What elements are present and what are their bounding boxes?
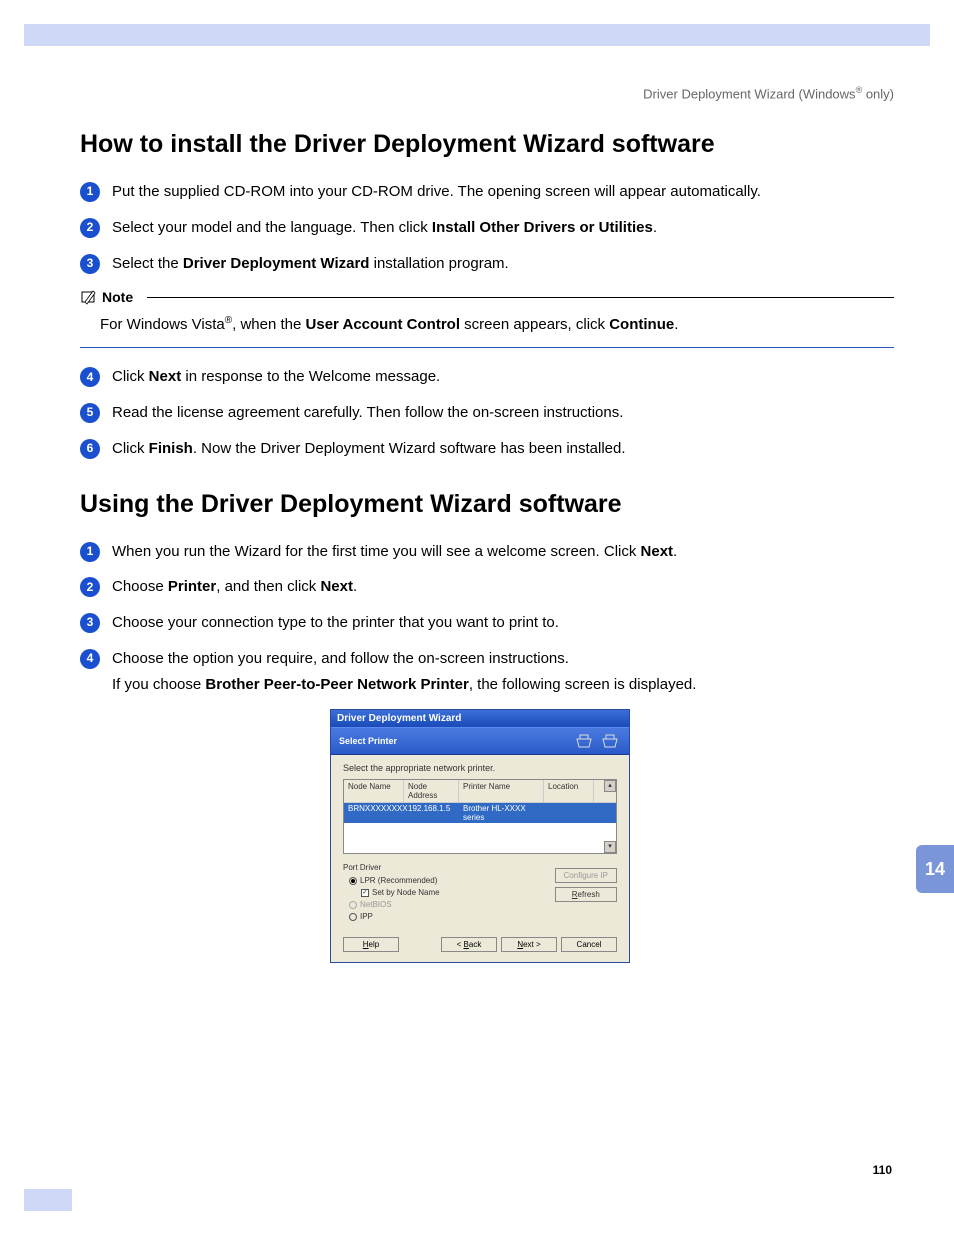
column-header[interactable]: Node Name	[344, 780, 404, 802]
cell: Brother HL-XXXX series	[459, 803, 544, 823]
step-text: Put the supplied CD-ROM into your CD-ROM…	[112, 181, 894, 203]
radio-ipp[interactable]: IPP	[349, 911, 440, 923]
dialog-subtitle: Select Printer	[339, 736, 397, 746]
step-3: 3 Choose your connection type to the prin…	[80, 612, 894, 634]
header-post: only)	[862, 86, 894, 101]
step-marker: 3	[80, 254, 100, 274]
step-4: 4 Choose the option you require, and foll…	[80, 648, 894, 670]
step-marker: 4	[80, 649, 100, 669]
step-2: 2 Choose Printer, and then click Next.	[80, 576, 894, 598]
dialog-instruction: Select the appropriate network printer.	[343, 763, 617, 773]
step-2: 2 Select your model and the language. The…	[80, 217, 894, 239]
checkbox-set-by-node-name[interactable]: ✓Set by Node Name	[361, 887, 440, 899]
radio-netbios[interactable]: NetBIOS	[349, 899, 440, 911]
step-text: Click Finish. Now the Driver Deployment …	[112, 438, 894, 460]
step-5: 5 Read the license agreement carefully. T…	[80, 402, 894, 424]
step4-continuation: If you choose Brother Peer-to-Peer Netwo…	[112, 674, 894, 696]
printer-icon	[599, 732, 621, 750]
section2-title: Using the Driver Deployment Wizard softw…	[80, 490, 894, 519]
port-driver-label: Port Driver	[343, 862, 440, 874]
page-header: Driver Deployment Wizard (Windows® only)	[643, 85, 894, 101]
cancel-button[interactable]: Cancel	[561, 937, 617, 952]
printer-list[interactable]: Node NameNode AddressPrinter NameLocatio…	[343, 779, 617, 854]
pencil-icon	[80, 288, 98, 306]
column-header[interactable]: Printer Name	[459, 780, 544, 802]
dialog-titlebar: Driver Deployment Wizard	[331, 710, 629, 727]
section1-title: How to install the Driver Deployment Wiz…	[80, 130, 894, 159]
step-4: 4 Click Next in response to the Welcome m…	[80, 366, 894, 388]
step-text: Select the Driver Deployment Wizard inst…	[112, 253, 894, 275]
printer-icon	[573, 732, 595, 750]
step-text: Choose Printer, and then click Next.	[112, 576, 894, 598]
next-button[interactable]: Next >	[501, 937, 557, 952]
printer-row-selected[interactable]: BRNXXXXXXXX192.168.1.5Brother HL-XXXX se…	[344, 803, 616, 823]
step-3: 3 Select the Driver Deployment Wizard ins…	[80, 253, 894, 275]
back-button[interactable]: < Back	[441, 937, 497, 952]
column-header[interactable]: Node Address	[404, 780, 459, 802]
step-text: Click Next in response to the Welcome me…	[112, 366, 894, 388]
cell: 192.168.1.5	[404, 803, 459, 823]
note-rule	[147, 297, 894, 298]
page-content: How to install the Driver Deployment Wiz…	[80, 130, 894, 963]
note-label-text: Note	[102, 289, 133, 305]
configure-ip-button[interactable]: Configure IP	[555, 868, 617, 883]
step-text: Select your model and the language. Then…	[112, 217, 894, 239]
step-marker: 6	[80, 439, 100, 459]
note-label: Note	[80, 288, 133, 306]
note-block: Note For Windows Vista®, when the User A…	[80, 288, 894, 348]
step-6: 6 Click Finish. Now the Driver Deployment…	[80, 438, 894, 460]
step-text: When you run the Wizard for the first ti…	[112, 541, 894, 563]
screenshot-dialog: Driver Deployment Wizard Select Printer …	[330, 709, 630, 963]
scroll-up-button[interactable]: ▴	[604, 780, 616, 792]
top-band	[24, 24, 930, 46]
scroll-down-button[interactable]: ▾	[604, 841, 616, 853]
step-text: Choose your connection type to the print…	[112, 612, 894, 634]
step-marker: 2	[80, 577, 100, 597]
step-marker: 1	[80, 542, 100, 562]
step-1: 1 When you run the Wizard for the first t…	[80, 541, 894, 563]
cell	[544, 803, 594, 823]
note-body: For Windows Vista®, when the User Accoun…	[80, 310, 894, 348]
column-header[interactable]: Location	[544, 780, 594, 802]
page-number: 110	[873, 1163, 892, 1177]
step-marker: 2	[80, 218, 100, 238]
header-pre: Driver Deployment Wizard (Windows	[643, 86, 855, 101]
step-marker: 3	[80, 613, 100, 633]
cell: BRNXXXXXXXX	[344, 803, 404, 823]
printer-icons	[573, 732, 621, 750]
port-driver-group: Port Driver LPR (Recommended) ✓Set by No…	[343, 862, 440, 923]
refresh-button[interactable]: Refresh	[555, 887, 617, 902]
step-text: Choose the option you require, and follo…	[112, 648, 894, 670]
step-text: Read the license agreement carefully. Th…	[112, 402, 894, 424]
step-marker: 1	[80, 182, 100, 202]
help-button[interactable]: Help	[343, 937, 399, 952]
radio-lpr[interactable]: LPR (Recommended)	[349, 875, 440, 887]
step-1: 1 Put the supplied CD-ROM into your CD-RO…	[80, 181, 894, 203]
chapter-tab: 14	[916, 845, 954, 893]
step-marker: 4	[80, 367, 100, 387]
bottom-accent	[24, 1189, 72, 1211]
step-marker: 5	[80, 403, 100, 423]
dialog-subtitle-bar: Select Printer	[331, 727, 629, 755]
